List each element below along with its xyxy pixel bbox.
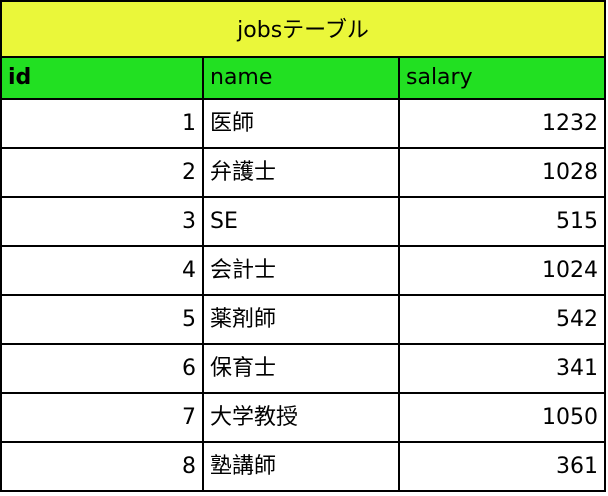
cell-id: 4 (0, 245, 204, 296)
jobs-table: jobsテーブル id name salary 1 医師 1232 2 弁護士 … (0, 0, 606, 492)
cell-name: 保育士 (202, 343, 400, 394)
cell-id: 7 (0, 392, 204, 443)
table-title-row: jobsテーブル (0, 0, 606, 58)
table-row: 8 塾講師 361 (0, 441, 606, 492)
cell-name: 医師 (202, 98, 400, 149)
table-title: jobsテーブル (0, 0, 606, 58)
cell-salary: 1232 (398, 98, 606, 149)
table-row: 3 SE 515 (0, 196, 606, 247)
cell-salary: 1024 (398, 245, 606, 296)
column-header-salary: salary (398, 56, 606, 100)
table-row: 5 薬剤師 542 (0, 294, 606, 345)
cell-name: 会計士 (202, 245, 400, 296)
cell-salary: 515 (398, 196, 606, 247)
cell-salary: 341 (398, 343, 606, 394)
cell-name: 弁護士 (202, 147, 400, 198)
cell-salary: 542 (398, 294, 606, 345)
cell-id: 8 (0, 441, 204, 492)
cell-id: 3 (0, 196, 204, 247)
cell-name: SE (202, 196, 400, 247)
cell-salary: 1028 (398, 147, 606, 198)
cell-salary: 361 (398, 441, 606, 492)
cell-id: 5 (0, 294, 204, 345)
cell-id: 6 (0, 343, 204, 394)
table-header-row: id name salary (0, 56, 606, 100)
table-row: 7 大学教授 1050 (0, 392, 606, 443)
cell-name: 大学教授 (202, 392, 400, 443)
cell-name: 薬剤師 (202, 294, 400, 345)
column-header-name: name (202, 56, 400, 100)
cell-salary: 1050 (398, 392, 606, 443)
table-row: 4 会計士 1024 (0, 245, 606, 296)
column-header-id: id (0, 56, 204, 100)
jobs-table-sheet: jobsテーブル id name salary 1 医師 1232 2 弁護士 … (0, 0, 606, 492)
table-row: 6 保育士 341 (0, 343, 606, 394)
cell-name: 塾講師 (202, 441, 400, 492)
table-row: 1 医師 1232 (0, 98, 606, 149)
cell-id: 2 (0, 147, 204, 198)
table-row: 2 弁護士 1028 (0, 147, 606, 198)
cell-id: 1 (0, 98, 204, 149)
